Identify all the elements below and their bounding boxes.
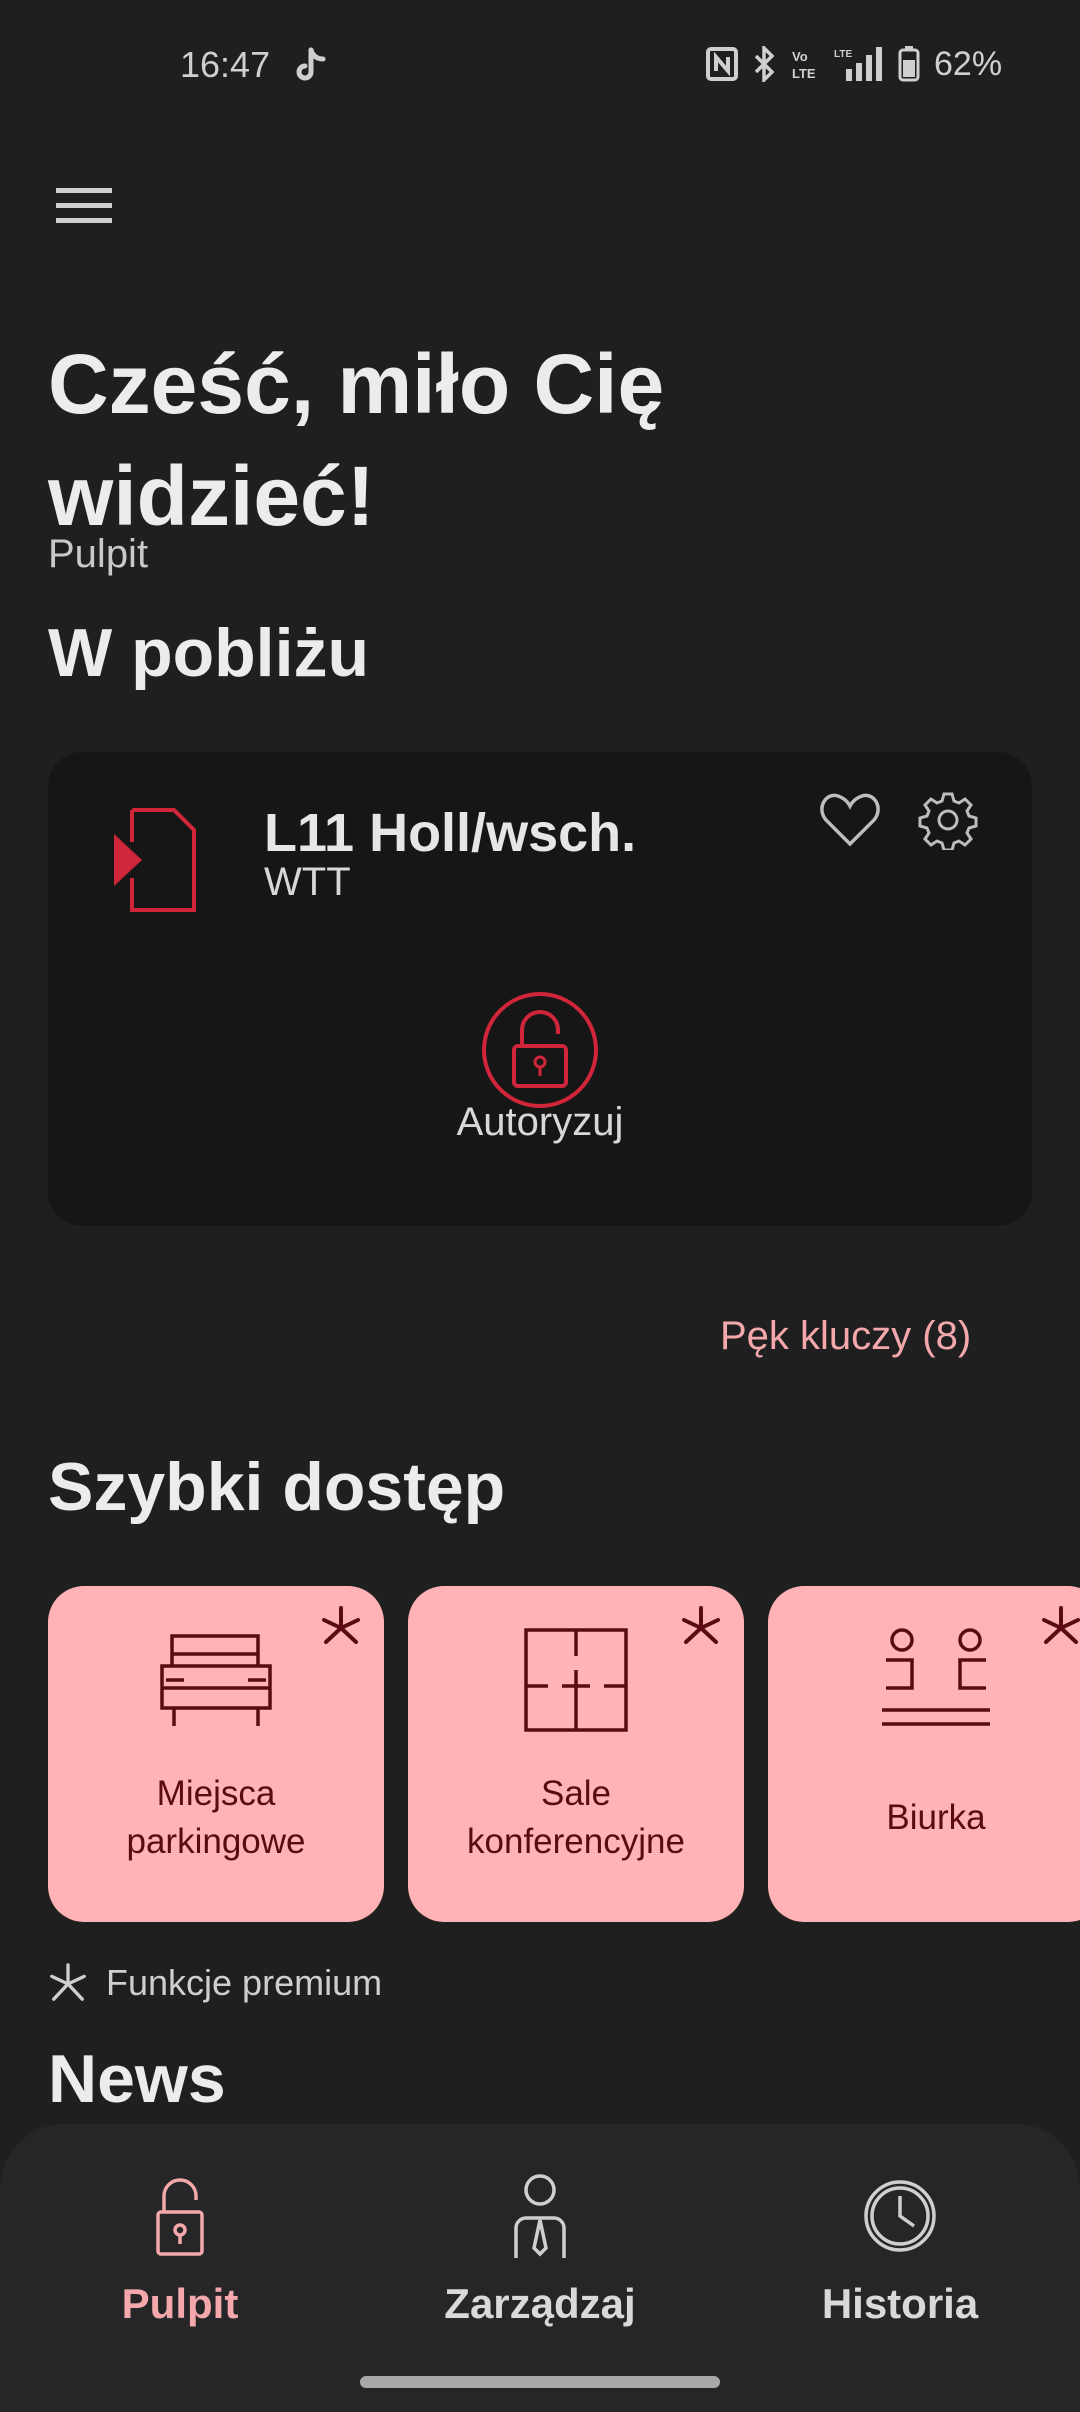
bluetooth-icon	[754, 46, 775, 82]
svg-text:LTE: LTE	[792, 66, 816, 81]
tile-desks[interactable]: Biurka	[768, 1586, 1080, 1922]
premium-star-icon	[1042, 1606, 1080, 1644]
news-section-title: News	[48, 2041, 226, 2117]
nav-label: Zarządzaj	[444, 2280, 636, 2327]
settings-gear-icon[interactable]	[918, 790, 978, 850]
tiktok-notification-icon	[296, 47, 326, 81]
premium-legend: Funkcje premium	[48, 1962, 382, 2004]
nfc-icon	[706, 47, 738, 81]
tile-label-line2: konferencyjne	[467, 1822, 685, 1861]
nav-item-history[interactable]: Historia	[720, 2124, 1080, 2384]
premium-star-icon	[682, 1606, 720, 1644]
key-ring-link[interactable]: Pęk kluczy (8)	[720, 1314, 971, 1359]
car-icon	[160, 1634, 272, 1726]
nav-item-manage[interactable]: Zarządzaj	[360, 2124, 720, 2384]
battery-icon	[898, 46, 920, 82]
page-subtitle: Pulpit	[48, 532, 149, 576]
signal-icon: LTE	[834, 47, 882, 81]
person-icon	[514, 2174, 566, 2258]
clock-icon	[864, 2180, 936, 2252]
battery-percent: 62%	[934, 44, 1003, 83]
home-indicator[interactable]	[360, 2376, 720, 2388]
authorize-label[interactable]: Autoryzuj	[48, 1100, 1032, 1145]
tile-parking[interactable]: Miejsca parkingowe	[48, 1586, 384, 1922]
floor-plan-icon	[524, 1628, 628, 1732]
tile-label-line1: Biurka	[886, 1798, 986, 1837]
premium-star-icon	[50, 1963, 86, 2001]
nav-label: Pulpit	[121, 2280, 239, 2327]
menu-icon[interactable]	[48, 178, 120, 234]
favorite-heart-icon[interactable]	[818, 788, 882, 852]
nearby-door-card: L11 Holl/wsch. WTT Autoryzuj	[48, 752, 1032, 1226]
volte-icon: Vo LTE	[792, 49, 816, 81]
status-time: 16:47	[180, 44, 271, 85]
tile-conference-rooms[interactable]: Sale konferencyjne	[408, 1586, 744, 1922]
desk-icon	[882, 1628, 990, 1726]
tile-label-line1: Miejsca	[156, 1774, 276, 1813]
door-location: WTT	[264, 860, 351, 904]
svg-text:Vo: Vo	[792, 49, 808, 64]
tile-label-line1: Sale	[540, 1774, 612, 1813]
premium-label: Funkcje premium	[106, 1962, 383, 2003]
unlock-authorize-icon[interactable]	[480, 990, 600, 1110]
quick-access-title: Szybki dostęp	[48, 1449, 506, 1525]
nav-label: Historia	[821, 2280, 979, 2327]
tile-label-line2: parkingowe	[126, 1822, 306, 1861]
bottom-navigation: Pulpit Zarządzaj Historia	[0, 2124, 1080, 2412]
door-icon	[114, 808, 196, 912]
status-icons: Vo LTE LTE 62%	[706, 44, 1002, 84]
premium-star-icon	[322, 1606, 360, 1644]
nearby-section-title: W pobliżu	[48, 615, 370, 691]
greeting-title: Cześć, miło Cię widzieć!	[48, 337, 665, 543]
door-name: L11 Holl/wsch.	[264, 803, 637, 863]
svg-text:LTE: LTE	[834, 49, 852, 60]
lock-icon	[156, 2178, 204, 2256]
nav-item-dashboard[interactable]: Pulpit	[0, 2124, 360, 2384]
